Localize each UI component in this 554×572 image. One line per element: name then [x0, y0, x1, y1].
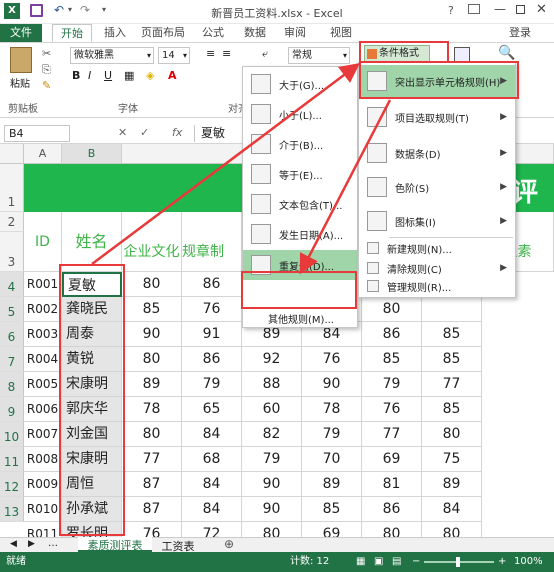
annotation-box-highlight-rules	[359, 61, 519, 99]
annotation-arrow-1	[91, 63, 360, 265]
annotation-overlay	[59, 41, 519, 536]
annotation-box-duplicate	[241, 271, 357, 309]
annotation-box-selection	[59, 264, 125, 536]
annotation-arrow-2	[299, 99, 392, 275]
annotation-box-cond-format	[359, 41, 449, 63]
